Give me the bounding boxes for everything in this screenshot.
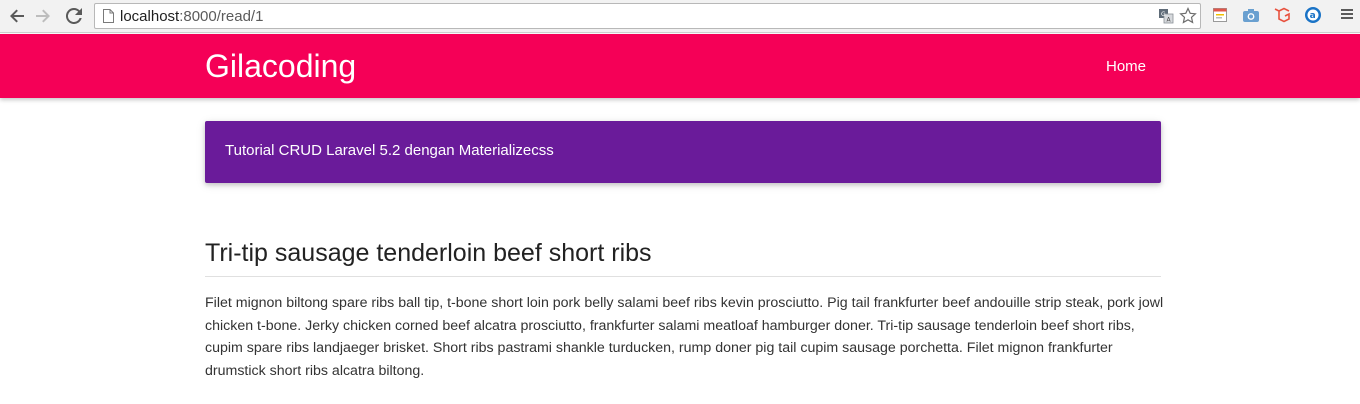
- calendar-icon[interactable]: [1210, 5, 1230, 25]
- svg-text:G: G: [1161, 11, 1166, 18]
- reload-icon[interactable]: [63, 5, 85, 27]
- banner-text: Tutorial CRUD Laravel 5.2 dengan Materia…: [225, 142, 554, 159]
- nav-link-home[interactable]: Home: [1092, 34, 1160, 98]
- star-icon[interactable]: [1178, 6, 1198, 26]
- hamburger-menu-icon[interactable]: [1340, 7, 1354, 21]
- browser-toolbar: localhost:8000/read/1 G A a: [0, 0, 1360, 33]
- a-circle-icon[interactable]: a: [1303, 5, 1323, 25]
- translate-icon[interactable]: G A: [1156, 6, 1176, 26]
- url-text: localhost:8000/read/1: [120, 8, 263, 25]
- article-body: Filet mignon biltong spare ribs ball tip…: [205, 295, 1164, 379]
- url-path: :8000/read/1: [179, 8, 264, 25]
- camera-icon[interactable]: [1241, 5, 1261, 25]
- svg-text:a: a: [1310, 11, 1316, 21]
- brand-logo[interactable]: Gilacoding: [205, 47, 356, 85]
- banner-card: Tutorial CRUD Laravel 5.2 dengan Materia…: [205, 121, 1161, 183]
- laravel-icon[interactable]: [1272, 5, 1292, 25]
- back-arrow-icon[interactable]: [6, 5, 28, 27]
- page-icon: [103, 9, 114, 23]
- address-bar[interactable]: localhost:8000/read/1 G A: [94, 3, 1201, 29]
- article-title: Tri-tip sausage tenderloin beef short ri…: [205, 239, 652, 267]
- site-navbar: Gilacoding Home: [0, 34, 1360, 98]
- forward-arrow-icon[interactable]: [32, 5, 54, 27]
- title-divider: [205, 276, 1161, 277]
- url-host: localhost: [120, 8, 180, 25]
